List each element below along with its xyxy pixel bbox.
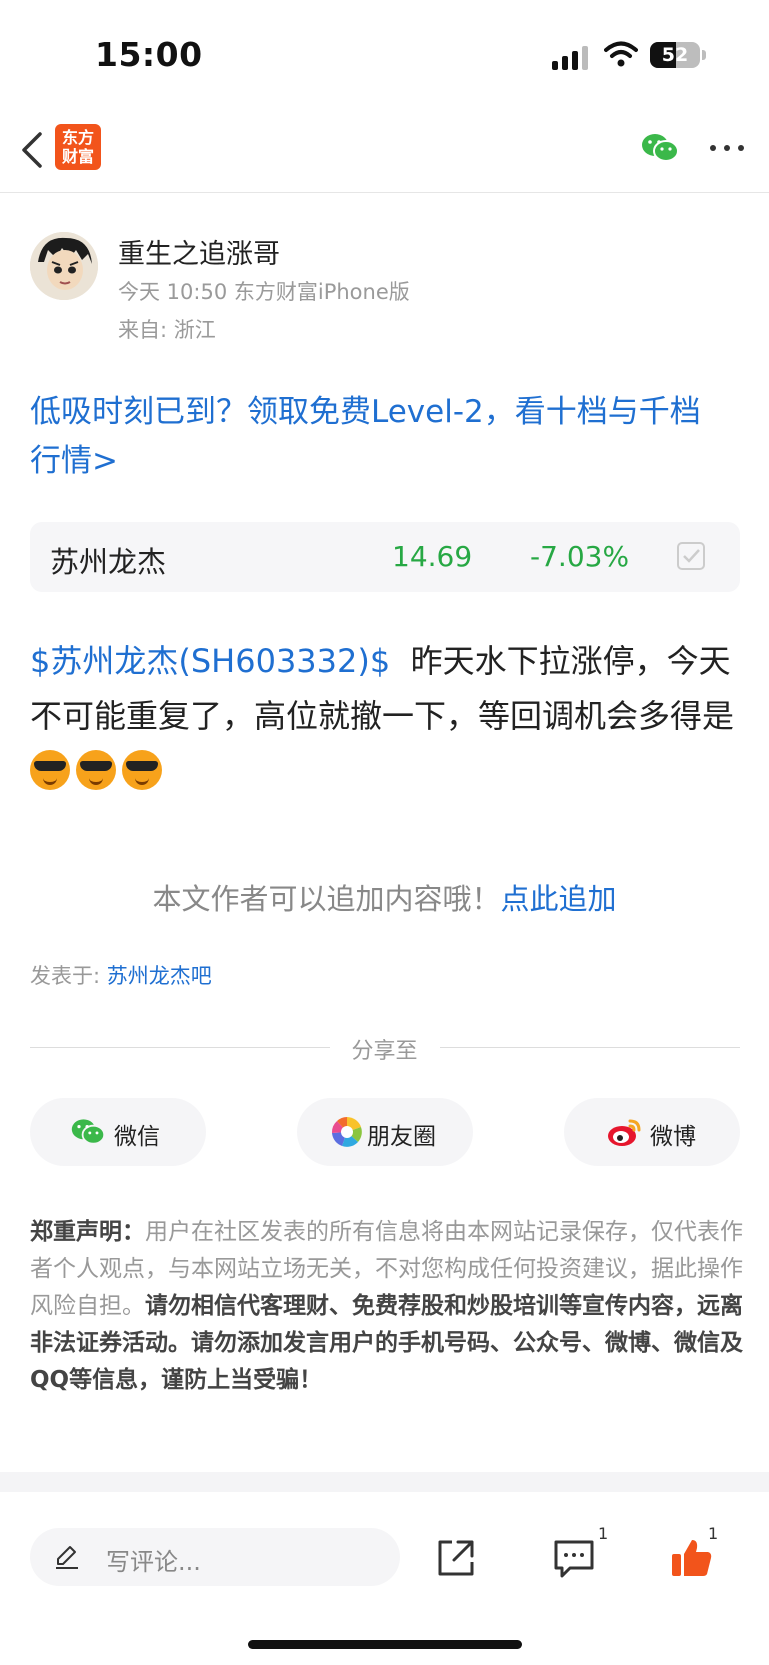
sunglasses-emoji-icon bbox=[76, 750, 116, 790]
sunglasses-emoji-icon bbox=[122, 750, 162, 790]
cellular-signal-icon bbox=[552, 46, 592, 70]
more-icon[interactable] bbox=[710, 140, 746, 154]
share-moments-button[interactable]: 朋友圈 bbox=[297, 1098, 473, 1166]
share-weibo-button[interactable]: 微博 bbox=[564, 1098, 740, 1166]
share-title: 分享至 bbox=[351, 1039, 418, 1064]
back-icon[interactable] bbox=[18, 130, 48, 170]
wechat-icon bbox=[71, 1119, 106, 1145]
logo-text-top: 东方 bbox=[61, 128, 94, 147]
battery-icon: 52 bbox=[650, 42, 706, 68]
comment-placeholder: 写评论... bbox=[106, 1548, 201, 1576]
pen-icon bbox=[56, 1546, 78, 1569]
append-link[interactable]: 点此追加 bbox=[501, 882, 617, 916]
comment-icon[interactable] bbox=[552, 1536, 596, 1580]
status-time: 15:00 bbox=[95, 35, 203, 74]
append-text: 本文作者可以追加内容哦！ bbox=[152, 882, 501, 916]
stock-price: 14.69 bbox=[392, 540, 473, 573]
disclaimer-label: 郑重声明： bbox=[30, 1219, 145, 1245]
wifi-icon bbox=[604, 41, 638, 67]
weibo-icon bbox=[608, 1119, 641, 1146]
level2-promo-link[interactable]: 低吸时刻已到？领取免费Level-2，看十档与千档行情> bbox=[30, 388, 730, 486]
share-wechat-label: 微信 bbox=[114, 1124, 160, 1150]
author-name[interactable]: 重生之追涨哥 bbox=[118, 232, 280, 271]
post-meta: 今天 10:50 东方财富iPhone版 bbox=[118, 280, 410, 304]
posted-in-label: 发表于: bbox=[30, 964, 107, 988]
avatar-image bbox=[30, 232, 98, 300]
posted-in: 发表于: 苏州龙杰吧 bbox=[30, 960, 212, 990]
forward-icon[interactable] bbox=[434, 1536, 478, 1580]
stock-card[interactable]: 苏州龙杰 14.69 -7.03% bbox=[30, 522, 740, 592]
avatar[interactable] bbox=[30, 232, 98, 300]
share-moments-label: 朋友圈 bbox=[367, 1124, 436, 1150]
sunglasses-emoji-icon bbox=[30, 750, 70, 790]
stock-tag-link[interactable]: $苏州龙杰(SH603332)$ bbox=[30, 642, 390, 680]
home-indicator[interactable] bbox=[248, 1640, 522, 1649]
forum-link[interactable]: 苏州龙杰吧 bbox=[107, 964, 212, 988]
battery-level: 52 bbox=[661, 44, 689, 66]
append-content-prompt: 本文作者可以追加内容哦！点此追加 bbox=[0, 876, 769, 918]
stock-change: -7.03% bbox=[530, 540, 630, 573]
eastmoney-logo[interactable]: 东方 财富 bbox=[55, 124, 101, 170]
check-icon bbox=[683, 549, 700, 563]
like-count: 1 bbox=[708, 1524, 719, 1543]
disclaimer: 郑重声明：用户在社区发表的所有信息将由本网站记录保存，仅代表作者个人观点，与本网… bbox=[30, 1214, 745, 1399]
logo-text-bottom: 财富 bbox=[61, 147, 94, 166]
comment-input[interactable]: 写评论... bbox=[30, 1528, 400, 1586]
add-watchlist-checkbox[interactable] bbox=[677, 542, 705, 570]
stock-name: 苏州龙杰 bbox=[50, 545, 167, 579]
share-wechat-button[interactable]: 微信 bbox=[30, 1098, 206, 1166]
comment-count: 1 bbox=[598, 1524, 609, 1543]
section-divider bbox=[0, 1472, 769, 1492]
wechat-share-icon[interactable] bbox=[640, 132, 680, 164]
share-weibo-label: 微博 bbox=[650, 1124, 696, 1150]
moments-icon bbox=[331, 1117, 362, 1147]
post-body: $苏州龙杰(SH603332)$ 昨天水下拉涨停，今天不可能重复了，高位就撤一下… bbox=[30, 634, 740, 799]
post-location: 来自: 浙江 bbox=[118, 318, 216, 342]
